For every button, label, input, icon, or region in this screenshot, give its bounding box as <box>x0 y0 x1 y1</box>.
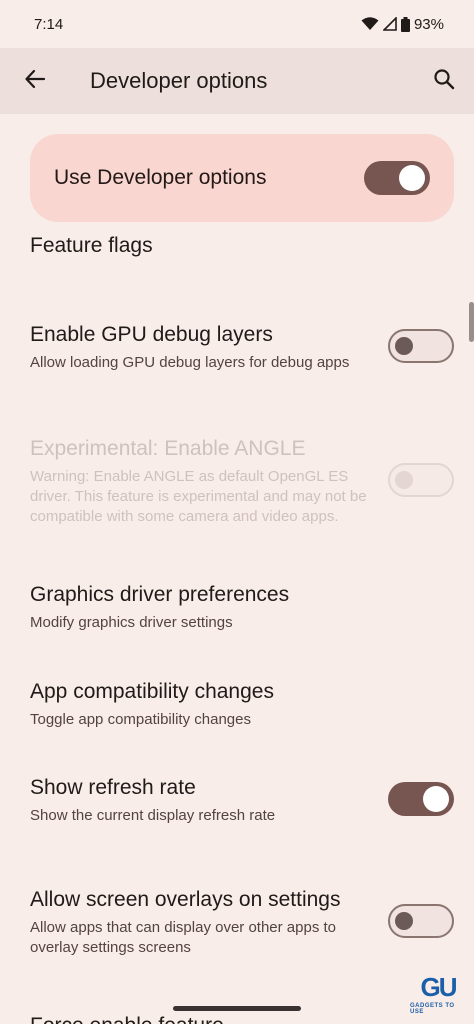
setting-summary: Warning: Enable ANGLE as default OpenGL … <box>30 467 367 525</box>
setting-screen-overlays[interactable]: Allow screen overlays on settings Allow … <box>0 866 474 976</box>
watermark-mark: GU <box>420 971 458 1002</box>
gesture-nav-handle[interactable] <box>173 1006 301 1011</box>
partial-next-item: Force enable feature <box>30 1014 224 1024</box>
setting-summary: Modify graphics driver settings <box>30 613 233 631</box>
scrollbar[interactable] <box>469 302 474 342</box>
signal-icon <box>382 17 397 31</box>
search-icon <box>433 68 455 95</box>
battery-percent: 93% <box>413 15 444 33</box>
status-bar: 7:14 93% <box>0 0 474 48</box>
show-refresh-rate-switch[interactable] <box>388 782 454 816</box>
arrow-back-icon <box>24 68 46 95</box>
setting-show-refresh-rate[interactable]: Show refresh rate Show the current displ… <box>0 767 474 831</box>
switch-thumb <box>423 786 449 812</box>
setting-title: Show refresh rate <box>30 775 196 799</box>
setting-summary: Allow loading GPU debug layers for debug… <box>30 353 350 371</box>
setting-title: Allow screen overlays on settings <box>30 887 341 911</box>
page-title: Developer options <box>90 68 268 93</box>
screen-overlays-switch[interactable] <box>388 904 454 938</box>
use-developer-options-switch[interactable] <box>364 161 430 195</box>
back-button[interactable] <box>0 68 70 95</box>
setting-title: Enable GPU debug layers <box>30 322 273 346</box>
setting-experimental-angle: Experimental: Enable ANGLE Warning: Enab… <box>0 418 474 542</box>
gpu-debug-layers-switch[interactable] <box>388 329 454 363</box>
setting-summary: Allow apps that can display over other a… <box>30 918 337 956</box>
setting-summary: Show the current display refresh rate <box>30 806 276 824</box>
app-bar: Developer options <box>0 48 474 114</box>
watermark-text: GADGETS TO USE <box>410 1002 455 1015</box>
setting-graphics-driver-preferences[interactable]: Graphics driver preferences Modify graph… <box>0 574 474 638</box>
battery-icon <box>400 16 410 32</box>
setting-gpu-debug-layers[interactable]: Enable GPU debug layers Allow loading GP… <box>0 302 474 390</box>
settings-list[interactable]: Use Developer options Feature flags Enab… <box>0 114 474 1024</box>
switch-thumb <box>395 912 413 930</box>
switch-thumb <box>395 337 413 355</box>
search-button[interactable] <box>414 68 474 95</box>
status-time: 7:14 <box>34 15 64 33</box>
use-developer-options-toggle-row[interactable]: Use Developer options <box>30 134 454 222</box>
watermark-logo: GU GADGETS TO USE <box>410 968 466 1018</box>
setting-title: Experimental: Enable ANGLE <box>30 436 306 460</box>
master-toggle-label: Use Developer options <box>54 166 267 189</box>
setting-app-compatibility-changes[interactable]: App compatibility changes Toggle app com… <box>0 671 474 735</box>
angle-switch <box>388 463 454 497</box>
section-header: Feature flags <box>30 234 153 257</box>
setting-title: App compatibility changes <box>30 679 274 703</box>
status-icons: 93% <box>361 16 444 33</box>
switch-thumb <box>395 471 413 489</box>
wifi-icon <box>361 17 379 31</box>
switch-thumb <box>399 165 425 191</box>
setting-title: Graphics driver preferences <box>30 582 290 606</box>
setting-summary: Toggle app compatibility changes <box>30 710 251 728</box>
